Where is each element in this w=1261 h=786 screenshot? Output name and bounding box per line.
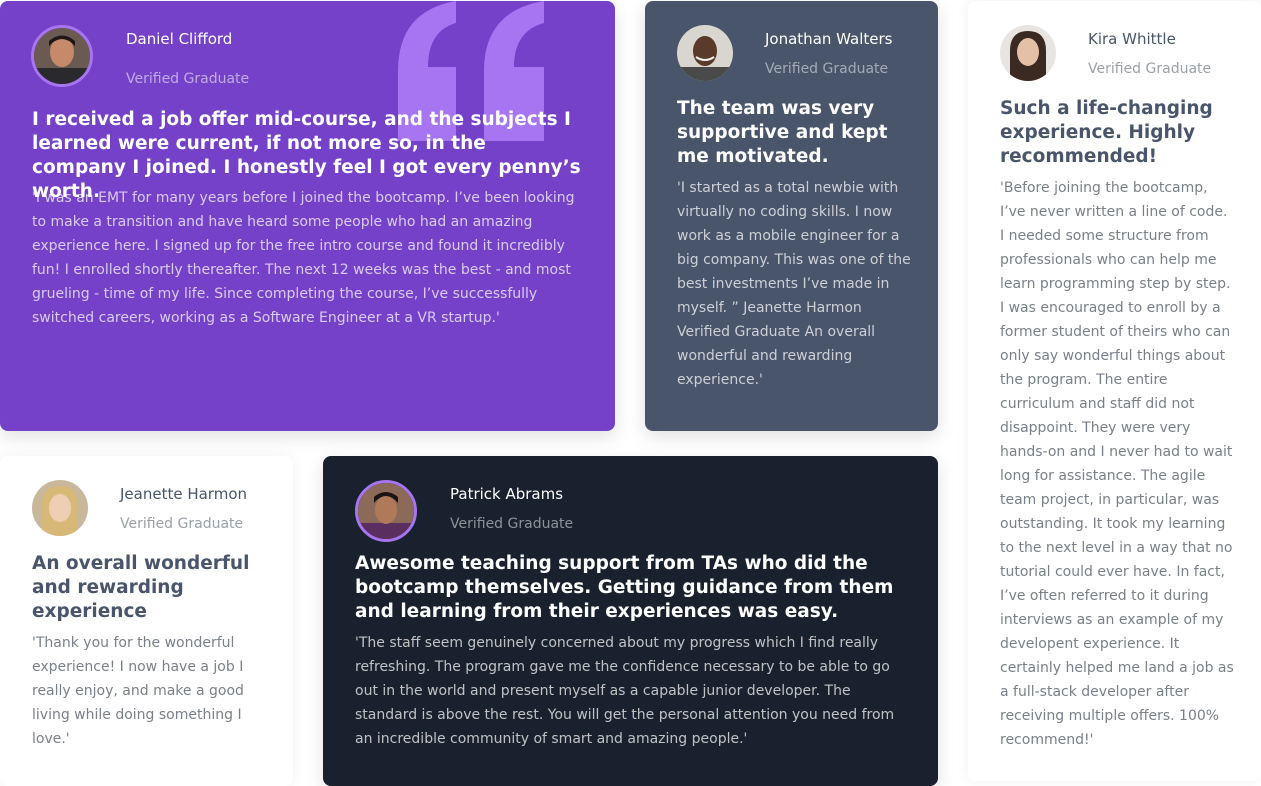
testimonial-card-jonathan: Jonathan Walters Verified Graduate The t…	[645, 1, 938, 431]
author-role: Verified Graduate	[450, 516, 574, 532]
avatar	[32, 480, 88, 536]
testimonial-headline: An overall wonderful and rewarding exper…	[32, 553, 250, 622]
author-name: Jonathan Walters	[765, 30, 893, 48]
author-role: Verified Graduate	[765, 61, 889, 77]
author-name: Jeanette Harmon	[120, 485, 248, 503]
author-role: Verified Graduate	[126, 71, 250, 87]
avatar	[355, 480, 417, 542]
testimonial-headline: Such a life-changing experience. Highly …	[1000, 98, 1213, 167]
avatar-image-kira	[1000, 25, 1056, 81]
testimonial-card-daniel: Daniel Clifford Verified Graduate I rece…	[0, 1, 615, 431]
testimonial-quote: 'The staff seem genuinely concerned abou…	[355, 635, 895, 747]
author-name: Daniel Clifford	[126, 30, 233, 48]
avatar-image-jeanette	[32, 480, 88, 536]
avatar	[677, 25, 733, 81]
author-role: Verified Graduate	[1088, 61, 1212, 77]
avatar	[31, 25, 93, 87]
avatar	[1000, 25, 1056, 81]
testimonial-quote: 'Before joining the bootcamp, I’ve never…	[1000, 180, 1234, 748]
avatar-image-patrick	[358, 483, 414, 539]
testimonial-card-patrick: Patrick Abrams Verified Graduate Awesome…	[323, 456, 938, 786]
author-name: Patrick Abrams	[450, 485, 564, 503]
author-role: Verified Graduate	[120, 516, 244, 532]
testimonial-headline: Awesome teaching support from TAs who di…	[355, 553, 894, 622]
testimonial-card-jeanette: Jeanette Harmon Verified Graduate An ove…	[0, 456, 293, 786]
avatar-image-jonathan	[677, 25, 733, 81]
avatar-image-daniel	[34, 28, 90, 84]
testimonial-headline: The team was very supportive and kept me…	[677, 98, 888, 167]
testimonial-quote: 'I was an EMT for many years before I jo…	[32, 190, 575, 326]
testimonial-quote: 'I started as a total newbie with virtua…	[677, 180, 911, 388]
author-name: Kira Whittle	[1088, 30, 1176, 48]
testimonial-card-kira: Kira Whittle Verified Graduate Such a li…	[968, 1, 1261, 781]
testimonial-quote: 'Thank you for the wonderful experience!…	[32, 635, 244, 747]
